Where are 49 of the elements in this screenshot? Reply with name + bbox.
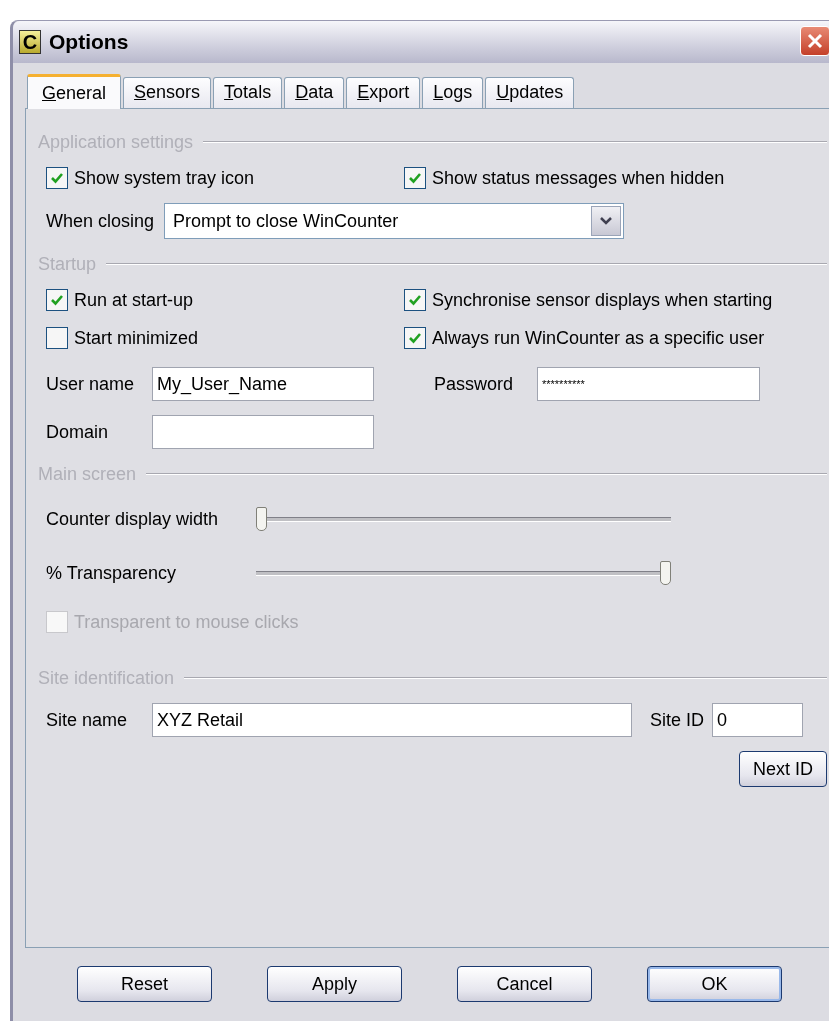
password-field[interactable]: ********** [537,367,760,401]
input-field[interactable]: My_User_Name [152,367,374,401]
check-icon [408,293,422,307]
checkbox[interactable] [46,327,68,349]
next-id-button[interactable]: Next ID [739,751,827,787]
field-label: Domain [46,421,110,443]
slider-label: Counter display width [46,508,220,530]
tab[interactable]: General [27,74,122,109]
dropdown[interactable]: Prompt to close WinCounter [164,203,625,239]
slider-label: % Transparency [46,562,178,584]
checkbox[interactable] [46,167,68,189]
close-icon [806,32,824,50]
window-title: Options [49,30,129,54]
checkbox-label: Start minimized [74,327,199,349]
checkbox[interactable] [404,289,426,311]
field-label: Site ID [650,709,706,731]
check-icon [408,171,422,185]
checkbox-label: Show system tray icon [74,167,255,189]
field-label: User name [46,373,136,395]
slider-thumb[interactable] [660,561,671,585]
checkbox-label: Always run WinCounter as a specific user [432,327,765,349]
checkbox[interactable] [404,327,426,349]
input-field[interactable]: XYZ Retail [152,703,632,737]
dialog-button[interactable]: Cancel [457,966,592,1002]
dialog-button[interactable]: Apply [267,966,402,1002]
checkbox[interactable] [46,289,68,311]
dialog-button[interactable]: OK [647,966,782,1002]
field-label: Password [434,373,515,395]
check-icon [50,293,64,307]
checkbox-label: Synchronise sensor displays when starting [432,289,773,311]
tab[interactable]: Logs [422,77,484,108]
close-button[interactable] [800,26,829,56]
field-label: When closing [46,210,155,232]
input-field[interactable] [152,415,374,449]
tab[interactable]: Export [346,77,421,108]
tab[interactable]: Totals [213,77,283,108]
tab[interactable]: Data [284,77,345,108]
dialog-button[interactable]: Reset [77,966,212,1002]
check-icon [408,331,422,345]
app-icon: C [19,30,41,54]
input-field[interactable]: 0 [712,703,803,737]
slider-thumb[interactable] [256,507,267,531]
check-icon [50,171,64,185]
checkbox[interactable] [404,167,426,189]
field-label: Site name [46,709,129,731]
checkbox-label: Show status messages when hidden [432,167,725,189]
checkbox-label: Run at start-up [74,289,194,311]
tab[interactable]: Updates [485,77,575,108]
tab[interactable]: Sensors [123,77,212,108]
